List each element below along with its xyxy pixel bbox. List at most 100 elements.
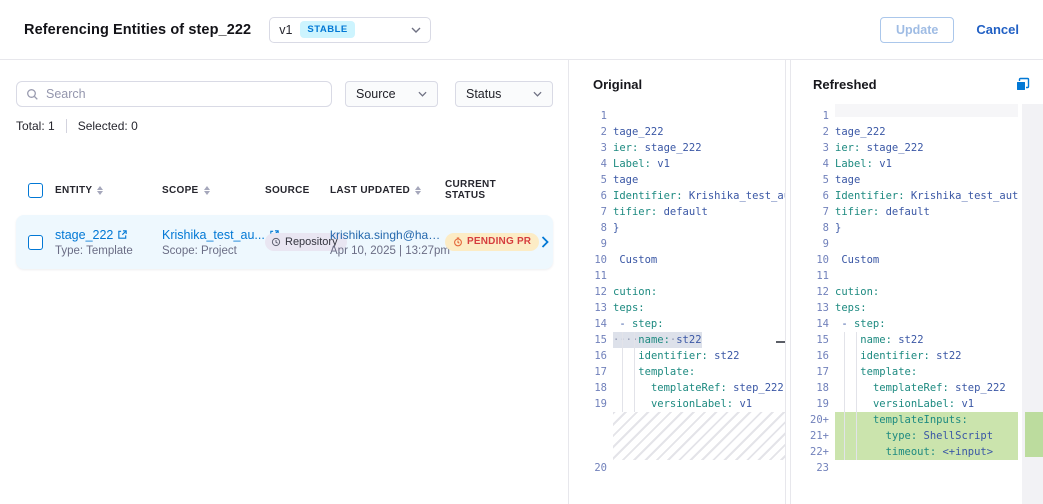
cancel-button[interactable]: Cancel bbox=[976, 22, 1019, 37]
code-line: 4Label: v1 bbox=[569, 156, 785, 172]
code-line: 5tage bbox=[569, 172, 785, 188]
stable-badge: STABLE bbox=[300, 21, 354, 38]
code-line: 16 identifier: st22 bbox=[569, 348, 785, 364]
code-line: 23 bbox=[791, 460, 1018, 476]
code-line: 12cution: bbox=[791, 284, 1018, 300]
chevron-down-icon bbox=[411, 27, 421, 33]
entity-link[interactable]: stage_222 bbox=[55, 228, 162, 242]
column-header-entity: ENTITY bbox=[55, 185, 162, 196]
code-line: 1 bbox=[569, 108, 785, 124]
update-button[interactable]: Update bbox=[880, 17, 954, 43]
source-filter-select[interactable]: Source bbox=[345, 81, 438, 107]
line-number: 1 bbox=[569, 108, 613, 124]
code-line: 9 bbox=[569, 236, 785, 252]
line-number: 13 bbox=[791, 300, 835, 316]
sort-icon[interactable] bbox=[204, 186, 210, 195]
line-number: 8 bbox=[569, 220, 613, 236]
version-select[interactable]: v1 STABLE bbox=[269, 17, 431, 43]
code-line: 15 name: st22 bbox=[791, 332, 1018, 348]
code-line: 14 - step: bbox=[791, 316, 1018, 332]
code-line: 1 bbox=[791, 108, 1018, 124]
scrollbar-thumb[interactable] bbox=[776, 341, 786, 343]
line-number: 6 bbox=[569, 188, 613, 204]
status-filter-select[interactable]: Status bbox=[455, 81, 553, 107]
line-number: 9 bbox=[791, 236, 835, 252]
line-number: 17 bbox=[791, 364, 835, 380]
line-number: 4 bbox=[569, 156, 613, 172]
refreshed-panel: Refreshed 12tage_2223ier: stage_2224Labe… bbox=[790, 60, 1043, 504]
line-number: 10 bbox=[569, 252, 613, 268]
code-line: 9 bbox=[791, 236, 1018, 252]
line-number: 15 bbox=[569, 332, 613, 348]
overview-ruler[interactable] bbox=[1022, 104, 1043, 504]
line-number: 17 bbox=[569, 364, 613, 380]
line-number: 18 bbox=[791, 380, 835, 396]
chevron-down-icon bbox=[533, 91, 542, 97]
code-line: 18 templateRef: step_222 bbox=[569, 380, 785, 396]
row-checkbox[interactable] bbox=[28, 235, 43, 250]
search-box[interactable] bbox=[16, 81, 332, 107]
code-line: 13teps: bbox=[791, 300, 1018, 316]
yaml-diff-area: Original 12tage_2223ier: stage_2224Label… bbox=[568, 60, 1043, 504]
code-line: 2tage_222 bbox=[569, 124, 785, 140]
refreshed-code[interactable]: 12tage_2223ier: stage_2224Label: v15tage… bbox=[791, 104, 1018, 476]
line-number: 13 bbox=[569, 300, 613, 316]
line-number: 19 bbox=[791, 396, 835, 412]
code-line: 4Label: v1 bbox=[791, 156, 1018, 172]
scope-link[interactable]: Krishika_test_au... bbox=[162, 228, 265, 242]
indent-guide bbox=[622, 332, 623, 412]
line-number: 23 bbox=[791, 460, 835, 476]
column-header-source: SOURCE bbox=[265, 185, 330, 196]
sort-icon[interactable] bbox=[415, 186, 421, 195]
entities-panel: Source Status Total: 1 Selected: 0 ENTIT… bbox=[0, 60, 568, 504]
line-number: 2 bbox=[569, 124, 613, 140]
code-line: 20 bbox=[569, 460, 785, 476]
line-number: 5 bbox=[569, 172, 613, 188]
line-number: 16 bbox=[791, 348, 835, 364]
code-line: 12cution: bbox=[569, 284, 785, 300]
line-number: 3 bbox=[791, 140, 835, 156]
scope-sub: Scope: Project bbox=[162, 245, 265, 257]
line-number: 4 bbox=[791, 156, 835, 172]
sort-icon[interactable] bbox=[97, 186, 103, 195]
line-number: 20+ bbox=[791, 412, 835, 428]
original-code[interactable]: 12tage_2223ier: stage_2224Label: v15tage… bbox=[569, 104, 785, 476]
line-number: 10 bbox=[791, 252, 835, 268]
line-number: 18 bbox=[569, 380, 613, 396]
table-row[interactable]: stage_222 Type: Template Krishika_test_a… bbox=[16, 215, 553, 269]
version-value: v1 bbox=[279, 23, 292, 37]
code-line: 19 versionLabel: v1 bbox=[791, 396, 1018, 412]
line-number: 15 bbox=[791, 332, 835, 348]
line-number: 12 bbox=[791, 284, 835, 300]
line-number: 9 bbox=[569, 236, 613, 252]
search-input[interactable] bbox=[46, 87, 322, 101]
copy-icon[interactable] bbox=[1015, 77, 1030, 92]
code-line: 10 Custom bbox=[569, 252, 785, 268]
table-header: ENTITY SCOPE SOURCE LAST UPDATED CURRENT… bbox=[16, 179, 553, 201]
line-number: 6 bbox=[791, 188, 835, 204]
page-title: Referencing Entities of step_222 bbox=[24, 22, 251, 38]
column-header-last-updated: LAST UPDATED bbox=[330, 185, 445, 196]
external-link-icon[interactable] bbox=[117, 229, 128, 240]
total-count: Total: 1 bbox=[16, 119, 55, 133]
line-number: 7 bbox=[791, 204, 835, 220]
select-all-checkbox[interactable] bbox=[28, 183, 43, 198]
code-line: 10 Custom bbox=[791, 252, 1018, 268]
code-line: 14 - step: bbox=[569, 316, 785, 332]
line-number: 8 bbox=[791, 220, 835, 236]
diff-placeholder-hatch bbox=[613, 412, 785, 460]
line-number: 21+ bbox=[791, 428, 835, 444]
code-line: 6Identifier: Krishika_test_aut bbox=[791, 188, 1018, 204]
code-line: 22+ timeout: <+input> bbox=[791, 444, 1018, 460]
line-number: 22+ bbox=[791, 444, 835, 460]
chevron-right-icon[interactable] bbox=[541, 236, 549, 248]
line-number: 7 bbox=[569, 204, 613, 220]
repository-icon bbox=[271, 237, 281, 247]
diff-added-marker bbox=[1025, 412, 1043, 457]
chevron-down-icon bbox=[418, 91, 427, 97]
entity-type: Type: Template bbox=[55, 245, 162, 257]
search-icon bbox=[26, 88, 39, 101]
dialog-header: Referencing Entities of step_222 v1 STAB… bbox=[0, 0, 1043, 60]
line-number: 3 bbox=[569, 140, 613, 156]
line-number: 11 bbox=[569, 268, 613, 284]
